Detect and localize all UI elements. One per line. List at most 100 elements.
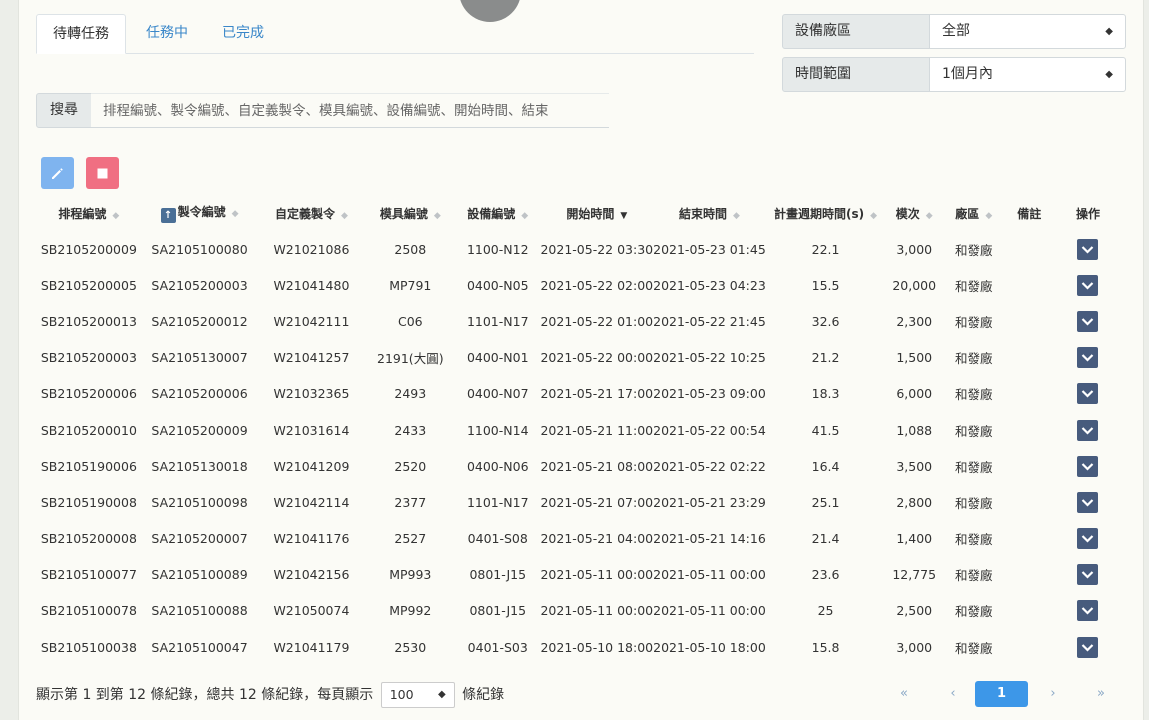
plant-filter-select[interactable]: 全部 ◆ [929,14,1126,49]
remark-cell [1005,629,1054,665]
remark-cell [1005,412,1054,448]
chevron-down-icon [1082,245,1094,254]
edit-button[interactable] [41,157,74,189]
sort-icon: ◆ [433,210,441,221]
select-caret-icon: ◆ [1105,26,1113,37]
equipment-no-cell: 0400-N05 [466,277,529,293]
col-schedule-no[interactable]: 排程編號 ◆ [36,195,142,231]
start-time-cell: 2021-05-22 01:00 [540,313,654,329]
col-mold-no[interactable]: 模具編號 ◆ [366,195,455,231]
col-label: 開始時間 [566,206,615,221]
plant-cell: 和發廠 [955,459,993,475]
plant-cell: 和發廠 [955,314,993,330]
tab-pending[interactable]: 待轉任務 [36,14,126,54]
schedule-no-cell: SB2105200003 [40,350,137,366]
start-time-cell: 2021-05-21 08:00 [540,458,654,474]
col-equipment-no[interactable]: 設備編號 ◆ [455,195,540,231]
time-range-select[interactable]: 1個月內 ◆ [929,57,1126,92]
tab-in-progress[interactable]: 任務中 [146,14,188,54]
end-time-cell: 2021-05-23 01:45 [653,241,766,257]
current-page-button[interactable]: 1 [975,681,1028,707]
action-cell [1054,376,1122,412]
table-row: SB2105200010 SA2105200009 W21031614 2433 110… [36,412,1122,448]
row-action-dropdown-button[interactable] [1077,419,1099,441]
row-action-dropdown-button[interactable] [1077,564,1099,586]
row-action-dropdown-button[interactable] [1077,274,1099,296]
order-no-cell: SA2105200006 [151,386,248,402]
row-action-dropdown-button[interactable] [1077,528,1099,550]
shots-cell: 1,500 [896,350,933,366]
col-label: 操作 [1075,206,1100,221]
order-no-cell: SA2105100098 [151,494,248,510]
remark-cell [1005,484,1054,520]
start-time-cell: 2021-05-21 07:00 [540,494,654,510]
col-remark: 備註 [1005,195,1054,231]
chevron-down-icon [1082,354,1094,362]
last-page-button[interactable]: » [1094,681,1108,707]
col-order-no[interactable]: ↑ 製令編號 ◆ [142,195,258,231]
table-row: SB2105200009 SA2105100080 W21021086 2508 110… [36,231,1122,267]
cycle-time-cell: 25 [817,603,834,619]
row-action-dropdown-button[interactable] [1077,491,1099,513]
tab-completed[interactable]: 已完成 [222,14,264,54]
mold-no-cell: 2377 [394,494,427,510]
custom-order-cell: W21041209 [273,458,350,474]
order-no-cell: SA2105100080 [151,241,248,257]
action-cell [1054,448,1122,484]
end-time-cell: 2021-05-23 09:00 [653,386,766,402]
prev-page-button[interactable]: ‹ [946,681,960,707]
order-no-cell: SA2105100047 [151,639,248,655]
row-action-dropdown-button[interactable] [1077,455,1099,477]
custom-order-cell: W21041480 [273,277,350,293]
chevron-down-icon [1082,282,1094,290]
col-custom-order[interactable]: 自定義製令 ◆ [257,195,365,231]
shots-cell: 2,800 [896,494,933,510]
first-page-button[interactable]: « [897,681,911,707]
schedule-no-cell: SB2105100038 [40,639,137,655]
col-start-time[interactable]: 開始時間 ▼ [540,195,653,231]
col-label: 模具編號 [379,206,428,221]
custom-order-cell: W21031614 [273,422,350,438]
row-action-dropdown-button[interactable] [1077,636,1099,658]
remark-cell [1005,376,1054,412]
end-time-cell: 2021-05-22 21:45 [653,313,766,329]
col-label: 自定義製令 [274,206,335,221]
equipment-no-cell: 0400-N06 [466,458,529,474]
end-time-cell: 2021-05-22 10:25 [653,350,766,366]
action-cell [1054,629,1122,665]
next-page-button[interactable]: › [1046,681,1060,707]
row-action-dropdown-button[interactable] [1077,347,1099,369]
start-time-cell: 2021-05-21 17:00 [540,386,654,402]
chevron-down-icon [1082,462,1094,471]
start-time-cell: 2021-05-22 03:30 [540,241,654,257]
shots-cell: 6,000 [896,386,933,402]
col-label: 結束時間 [678,206,727,221]
equipment-no-cell: 0400-N01 [466,350,529,366]
schedule-no-cell: SB2105190008 [40,494,137,510]
row-action-dropdown-button[interactable] [1077,238,1099,260]
start-time-cell: 2021-05-21 11:00 [540,422,654,438]
col-cycle-time[interactable]: 計畫週期時間(s) ◆ [766,195,886,231]
custom-order-cell: W21041176 [273,531,350,547]
table-header-row: 排程編號 ◆ ↑ 製令編號 ◆ 自定義製令 ◆ 模具編號 ◆ 設備編號 ◆ 開始時間 ▼ 結束… [36,195,1122,231]
col-shots[interactable]: 模次 ◆ [885,195,943,231]
col-plant[interactable]: 廠區 ◆ [943,195,1004,231]
custom-order-cell: W21032365 [273,386,350,402]
cycle-time-cell: 18.3 [811,386,840,402]
remark-cell [1005,340,1054,376]
row-action-dropdown-button[interactable] [1077,383,1099,405]
col-end-time[interactable]: 結束時間 ◆ [653,195,766,231]
stop-button[interactable] [86,157,119,189]
row-action-dropdown-button[interactable] [1077,600,1099,622]
end-time-cell: 2021-05-22 00:54 [653,422,766,438]
table-row: SB2105200006 SA2105200006 W21032365 2493 040… [36,376,1122,412]
search-input[interactable] [91,93,609,128]
shots-cell: 2,500 [896,603,933,619]
sort-icon: ◆ [870,210,878,221]
order-no-cell: SA2105100088 [151,603,248,619]
select-caret-icon: ◆ [1105,69,1113,80]
action-cell [1054,521,1122,557]
mold-no-cell: 2493 [394,386,427,402]
row-action-dropdown-button[interactable] [1077,310,1099,332]
mold-no-cell: MP791 [389,277,432,293]
